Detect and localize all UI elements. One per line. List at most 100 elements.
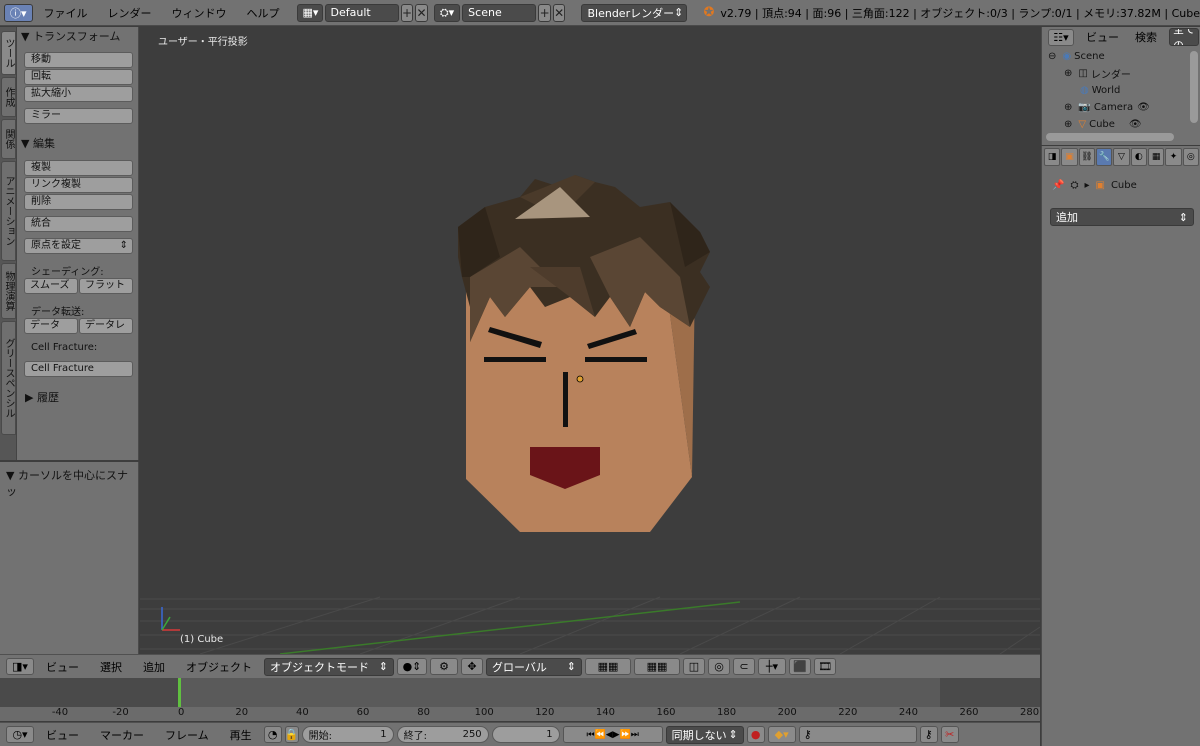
layout-icon[interactable]: ▦▾ bbox=[296, 3, 323, 22]
add-layout-icon[interactable]: + bbox=[400, 3, 414, 22]
outliner-item-scene[interactable]: ⊖ ◉ Scene bbox=[1042, 48, 1188, 65]
snap-target-icon[interactable]: ┼▾ bbox=[758, 658, 786, 675]
set-origin-select[interactable]: 原点を設定 ⇕ bbox=[24, 238, 133, 254]
history-panel-header[interactable]: ▶ 履歴 bbox=[25, 389, 59, 405]
move-button[interactable]: 移動 bbox=[24, 52, 133, 68]
tab-relations[interactable]: 関係 bbox=[1, 119, 16, 159]
end-frame-field[interactable]: 終了: 250 bbox=[396, 726, 489, 743]
lock-layers-icon[interactable]: ◫ bbox=[683, 658, 705, 675]
outliner-item-camera[interactable]: ⊕ 📷 Camera 👁 bbox=[1042, 99, 1188, 116]
remove-layout-icon[interactable]: ✕ bbox=[415, 3, 428, 22]
render-animation-icon[interactable]: 🎞 bbox=[814, 658, 836, 675]
layers-icon[interactable]: ▦▦ bbox=[634, 658, 680, 675]
snap-icon[interactable]: ⊂ bbox=[733, 658, 755, 675]
editor-type-icon[interactable]: ◨▾ bbox=[6, 658, 34, 675]
tab-create[interactable]: 作成 bbox=[1, 77, 16, 117]
material-tab-icon[interactable]: ◐ bbox=[1130, 148, 1147, 166]
link-duplicate-button[interactable]: リンク複製 bbox=[24, 177, 133, 193]
menu-playback[interactable]: 再生 bbox=[221, 727, 261, 743]
particles-tab-icon[interactable]: ✦ bbox=[1165, 148, 1182, 166]
timeline-editor-icon[interactable]: ◷▾ bbox=[6, 726, 34, 743]
outliner-scrollbar[interactable] bbox=[1190, 51, 1198, 123]
outliner-item-cube[interactable]: ⊕ ▽ Cube 👁 bbox=[1042, 116, 1188, 133]
remove-scene-icon[interactable]: ✕ bbox=[552, 3, 566, 22]
operator-panel-header[interactable]: ▼ カーソルを中心にスナッ bbox=[6, 467, 138, 499]
shading-icon[interactable]: ●⇕ bbox=[397, 658, 427, 675]
menu-file[interactable]: ファイル bbox=[35, 5, 97, 21]
pin-icon[interactable]: 📌 bbox=[1052, 180, 1064, 191]
cube-head-model[interactable] bbox=[458, 175, 710, 532]
menu-frame[interactable]: フレーム bbox=[156, 727, 218, 743]
manipulator-icon[interactable]: ✥ bbox=[461, 658, 483, 675]
render-tab-icon[interactable]: ◨ bbox=[1044, 148, 1061, 166]
add-scene-icon[interactable]: + bbox=[538, 3, 551, 22]
record-icon[interactable]: ● bbox=[746, 726, 765, 743]
menu-render[interactable]: レンダー bbox=[99, 5, 161, 21]
flat-button[interactable]: フラット bbox=[79, 278, 133, 294]
smooth-button[interactable]: スムーズ bbox=[24, 278, 78, 294]
add-modifier-select[interactable]: 追加 ⇕ bbox=[1050, 208, 1194, 226]
physics-tab-icon[interactable]: ◎ bbox=[1182, 148, 1199, 166]
menu-view[interactable]: ビュー bbox=[37, 727, 88, 743]
tab-animation[interactable]: アニメーション bbox=[1, 161, 16, 261]
modifiers-tab-icon[interactable]: 🔧 bbox=[1095, 148, 1113, 166]
constraints-tab-icon[interactable]: ⛓ bbox=[1078, 148, 1095, 166]
menu-window[interactable]: ウィンドウ bbox=[163, 5, 236, 21]
orientation-select[interactable]: グローバル ⇕ bbox=[486, 657, 582, 676]
render-engine-select[interactable]: Blenderレンダー ⇕ bbox=[581, 3, 688, 22]
outliner-editor-icon[interactable]: ☷▾ bbox=[1048, 28, 1074, 46]
join-button[interactable]: 統合 bbox=[24, 216, 133, 232]
display-mode-select[interactable]: 全ての bbox=[1169, 28, 1199, 46]
tab-grease-pencil[interactable]: グリースペンシル bbox=[1, 321, 16, 435]
keyframe-icon[interactable]: ◆▾ bbox=[767, 726, 796, 743]
object-tab-icon[interactable]: ▣ bbox=[1061, 148, 1078, 166]
preview-range-icon[interactable]: ◔ bbox=[263, 726, 282, 743]
data-transfer-button[interactable]: データ bbox=[24, 318, 78, 334]
delete-button[interactable]: 削除 bbox=[24, 194, 133, 210]
pivot-icon[interactable]: ⚙ bbox=[430, 658, 458, 675]
cell-fracture-button[interactable]: Cell Fracture bbox=[24, 361, 133, 377]
current-frame-indicator[interactable] bbox=[178, 678, 181, 707]
transform-panel-header[interactable]: ▼ トランスフォーム bbox=[21, 28, 120, 44]
scale-button[interactable]: 拡大縮小 bbox=[24, 86, 133, 102]
tab-tools[interactable]: ツール bbox=[1, 31, 16, 75]
duplicate-button[interactable]: 複製 bbox=[24, 160, 133, 176]
render-icon[interactable]: ⬛ bbox=[789, 658, 811, 675]
tab-physics[interactable]: 物理演算 bbox=[1, 263, 16, 319]
start-frame-field[interactable]: 開始: 1 bbox=[301, 726, 394, 743]
info-icon[interactable]: ⓘ▾ bbox=[4, 3, 33, 22]
eye-icon[interactable]: 👁 bbox=[1129, 119, 1142, 130]
sync-select[interactable]: 同期しない ⇕ bbox=[665, 725, 744, 744]
rotate-button[interactable]: 回転 bbox=[24, 69, 133, 85]
layers-icon[interactable]: ▦▦ bbox=[585, 658, 631, 675]
edit-panel-header[interactable]: ▼ 編集 bbox=[21, 135, 55, 151]
menu-select[interactable]: 選択 bbox=[91, 659, 131, 675]
3d-viewport[interactable]: ユーザー・平行投影 (1) Cube bbox=[140, 27, 1040, 654]
menu-add[interactable]: 追加 bbox=[134, 659, 174, 675]
menu-view[interactable]: ビュー bbox=[1086, 29, 1119, 45]
scene-select[interactable]: Scene bbox=[462, 3, 537, 22]
eye-icon[interactable]: 👁 bbox=[1137, 102, 1150, 113]
outliner-item-world[interactable]: ◍ World bbox=[1042, 82, 1188, 99]
menu-object[interactable]: オブジェクト bbox=[177, 659, 261, 675]
menu-search[interactable]: 検索 bbox=[1135, 29, 1157, 45]
layout-select[interactable]: Default bbox=[324, 3, 399, 22]
data-layout-button[interactable]: データレ bbox=[79, 318, 133, 334]
texture-tab-icon[interactable]: ▦ bbox=[1147, 148, 1165, 166]
scene-icon[interactable]: ⛭▾ bbox=[433, 3, 461, 22]
playback-controls[interactable]: ⏮⏪◀▶⏩⏭ bbox=[562, 726, 663, 743]
outliner-hscrollbar[interactable] bbox=[1046, 133, 1174, 141]
outliner-item-render[interactable]: ⊕ ◫ レンダー bbox=[1042, 65, 1188, 82]
menu-marker[interactable]: マーカー bbox=[91, 727, 153, 743]
proportional-icon[interactable]: ◎ bbox=[708, 658, 730, 675]
timeline[interactable]: -40 -20 0 20 40 60 80 100 120 140 160 180 200 220 240 2… bbox=[0, 678, 1040, 721]
menu-view[interactable]: ビュー bbox=[37, 659, 88, 675]
data-tab-icon[interactable]: ▽ bbox=[1113, 148, 1130, 166]
keying-set-field[interactable]: ⚷ bbox=[798, 726, 917, 743]
lock-icon[interactable]: 🔒 bbox=[284, 726, 299, 743]
mirror-button[interactable]: ミラー bbox=[24, 108, 133, 124]
insert-key-icon[interactable]: ⚷ bbox=[919, 726, 938, 743]
delete-key-icon[interactable]: ✂ bbox=[940, 726, 959, 743]
current-frame-field[interactable]: 1 bbox=[491, 726, 560, 743]
mode-select[interactable]: オブジェクトモード ⇕ bbox=[264, 657, 394, 676]
